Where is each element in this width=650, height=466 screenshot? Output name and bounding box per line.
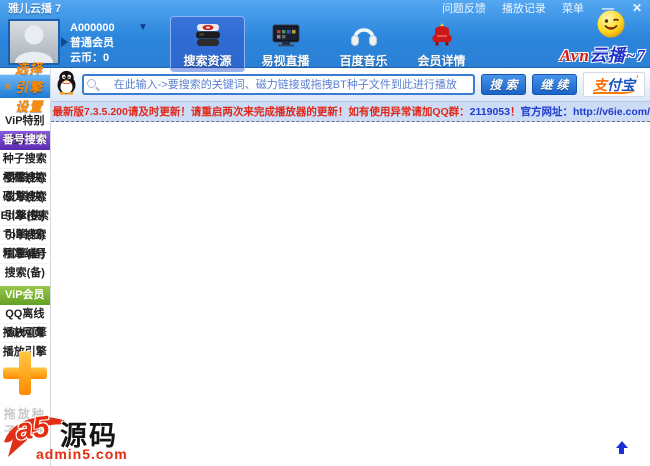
alipay-tick: ’ [635,74,638,84]
alipay-logo[interactable]: 支 付宝 ’ [583,72,645,97]
titlebar: 雅儿云播 7 问题反馈 播放记录 菜单 — ✕ [0,0,650,15]
account-name: A000000 [70,22,115,34]
toolbar-label: 易视直播 [261,54,310,68]
headphones-icon [327,20,400,50]
sidebar-item-qq-offline-play[interactable]: QQ离线播放引擎 [0,305,50,339]
notice-url: http://v6ie.com/ [572,105,650,118]
toolbar-label: 会员详情 [417,54,466,68]
a5-logo-text: a5 [14,410,51,447]
a5-watermark-logo: a5 源码 admin5.com [2,410,154,464]
gear-icon [5,83,12,90]
toolbar-member-details[interactable]: 会员详情 [404,16,479,72]
app-window: 雅儿云播 7 问题反馈 播放记录 菜单 — ✕ A000000 普通会员 云币：… [0,0,650,466]
throne-icon [405,20,478,50]
smiley-icon [596,9,626,44]
brand-blue-text: 云播~7 [589,46,646,65]
menu-feedback[interactable]: 问题反馈 [442,0,486,16]
toolbar-search-resources[interactable]: 搜索资源 [170,16,245,72]
toolbar-label: 搜索资源 [183,54,232,68]
notice-text: 最新版7.3.5.200请及时更新！请重启两次来完成播放器的更新！如有使用异常请… [52,106,470,118]
search-input[interactable] [81,74,475,95]
tv-icon [249,20,322,50]
sidebar-item-ed2k-search[interactable]: Ed2k搜索引擎(低) [0,207,50,241]
a5-logo-site: admin5.com [36,446,128,462]
search-bar: 搜索 继续 支 付宝 ’ [50,68,650,102]
disk-stack-icon [171,20,244,50]
scroll-to-top-button[interactable] [615,441,628,454]
person-silhouette-icon [15,25,53,63]
sidebar-item-vip-member-play[interactable]: ViP会员播放引擎 [0,286,50,320]
account-level: 普通会员 [70,37,114,49]
window-title: 雅儿云播 7 [8,3,62,15]
sidebar: 选择引擎设置 ViP特别搜索引擎 番号搜索引擎(快) 种子搜索引擎(快) 樱桃搜… [0,61,51,466]
toolbar-live-tv[interactable]: 易视直播 [248,16,323,72]
toolbar: 搜索资源 易视直播 百度音乐 会员详情 [170,16,482,72]
account-info: A000000 普通会员 云币：0 [70,21,115,66]
brand-red-text: Avn [559,46,590,65]
search-input-wrap [81,74,475,95]
sidebar-item-precise-search[interactable]: 精准编号搜索(备) [0,245,50,279]
sidebar-item-torrent-search[interactable]: 种子搜索引擎(快) [0,150,50,184]
sidebar-item-torr-search[interactable]: Torr搜索引擎(备) [0,226,50,260]
play-engine-list: ViP会员播放引擎 QQ离线播放引擎 ViP网页播放引擎 [0,286,50,358]
sidebar-header-label: 选择引擎设置 [15,61,44,114]
sidebar-item-magnet-search[interactable]: 磁力搜索引擎(快) [0,188,50,222]
app-header: 雅儿云播 7 问题反馈 播放记录 菜单 — ✕ A000000 普通会员 云币：… [0,0,650,72]
search-button[interactable]: 搜索 [481,74,526,95]
close-button[interactable]: ✕ [632,1,642,15]
sidebar-item-cherry-search[interactable]: 樱桃搜索引擎(快) [0,169,50,203]
sidebar-item-vip-special-search[interactable]: ViP特别搜索引擎 [0,112,50,146]
sidebar-item-fanhao-search[interactable]: 番号搜索引擎(快) [0,131,50,165]
qq-penguin-icon [56,70,77,100]
sidebar-header: 选择引擎设置 [0,61,50,114]
sidebar-item-vip-web-play[interactable]: ViP网页播放引擎 [0,324,50,358]
toolbar-baidu-music[interactable]: 百度音乐 [326,16,401,72]
notice-separator: ！ [509,106,521,118]
avatar-callout-arrow-icon [61,37,68,47]
menu-main[interactable]: 菜单 [562,0,584,16]
account-coins: 云币：0 [70,52,110,64]
up-arrow-icon [615,441,628,448]
notice-qq-group: 2119053 [469,105,510,118]
main-column: 搜索 继续 支 付宝 ’ 最新版7.3.5.200请及时更新！请重启两次来完成播… [50,68,650,466]
toolbar-label: 百度音乐 [339,54,388,68]
alipay-swoosh-icon [593,88,635,94]
brand-logo: Avn云播~7 [560,41,646,66]
magnifier-icon [86,79,96,88]
add-torrent-drop-target[interactable] [2,351,47,395]
account-dropdown-icon[interactable]: ▼ [138,22,148,33]
up-arrow-icon [619,448,624,454]
update-notice-marquee: 最新版7.3.5.200请及时更新！请重启两次来完成播放器的更新！如有使用异常请… [50,102,650,122]
plus-icon [18,351,31,395]
menu-play-history[interactable]: 播放记录 [502,0,546,16]
continue-button[interactable]: 继续 [532,74,577,95]
search-engine-list: ViP特别搜索引擎 番号搜索引擎(快) 种子搜索引擎(快) 樱桃搜索引擎(快) … [0,112,50,279]
notice-site-label: 官方网址： [520,106,573,118]
